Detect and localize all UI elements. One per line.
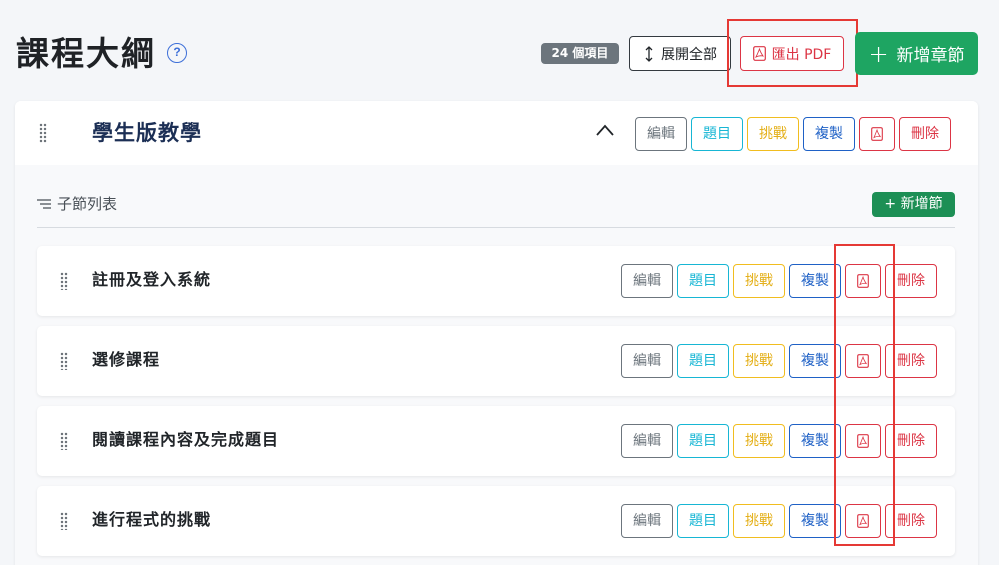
expand-vertical-icon [645,45,653,62]
item-count-badge: 24 個項目 [541,43,619,64]
drag-handle-icon[interactable] [60,512,68,530]
plus-icon: + [868,39,889,68]
page-title: 課程大綱 [16,34,156,73]
divider [37,227,955,228]
chapter-title: 學生版教學 [92,121,202,145]
section-row: 選修課程 編輯 題目 挑戰 複製 刪除 [37,326,955,396]
section-copy-button[interactable]: 複製 [789,344,841,378]
drag-handle-icon[interactable] [60,352,68,370]
add-section-button[interactable]: + 新增節 [872,192,955,217]
section-edit-button[interactable]: 編輯 [621,344,673,378]
export-pdf-button[interactable]: 匯出 PDF [740,36,844,71]
section-copy-button[interactable]: 複製 [789,504,841,538]
question-circle-icon[interactable]: ? [167,43,187,63]
section-title: 選修課程 [92,350,161,369]
course-outline-page: 課程大綱 ? 24 個項目 展開全部 匯出 PDF + 新增章節 學生版教學 編… [0,0,999,565]
section-pdf-button[interactable] [845,264,881,298]
chapter-card: 學生版教學 編輯 題目 挑戰 複製 刪除 子節列表 + 新增節 註冊及登入系統 … [15,101,978,565]
sub-list-heading: 子節列表 [37,193,117,214]
file-pdf-icon [857,274,869,288]
list-icon [37,198,51,209]
chapter-header: 學生版教學 編輯 題目 挑戰 複製 刪除 [15,101,978,165]
section-row: 進行程式的挑戰 編輯 題目 挑戰 複製 刪除 [37,486,955,556]
section-pdf-button[interactable] [845,424,881,458]
chapter-body: 子節列表 + 新增節 註冊及登入系統 編輯 題目 挑戰 複製 刪除 選修課程 編… [15,165,978,565]
section-delete-button[interactable]: 刪除 [885,504,937,538]
section-pdf-button[interactable] [845,344,881,378]
section-quiz-button[interactable]: 題目 [677,424,729,458]
file-pdf-icon [871,127,883,141]
section-edit-button[interactable]: 編輯 [621,424,673,458]
add-chapter-button[interactable]: + 新增章節 [855,32,978,75]
section-row: 閱讀課程內容及完成題目 編輯 題目 挑戰 複製 刪除 [37,406,955,476]
section-quiz-button[interactable]: 題目 [677,504,729,538]
section-title: 註冊及登入系統 [92,270,212,289]
chapter-pdf-button[interactable] [859,117,895,151]
chevron-up-icon[interactable] [595,123,615,137]
chapter-copy-button[interactable]: 複製 [803,117,855,151]
file-pdf-icon [752,46,766,61]
section-title: 進行程式的挑戰 [92,510,212,529]
section-delete-button[interactable]: 刪除 [885,344,937,378]
section-quiz-button[interactable]: 題目 [677,264,729,298]
section-challenge-button[interactable]: 挑戰 [733,344,785,378]
section-edit-button[interactable]: 編輯 [621,504,673,538]
drag-handle-icon[interactable] [60,432,68,450]
chapter-edit-button[interactable]: 編輯 [635,117,687,151]
section-pdf-button[interactable] [845,504,881,538]
add-chapter-label: 新增章節 [896,46,965,66]
section-delete-button[interactable]: 刪除 [885,264,937,298]
section-copy-button[interactable]: 複製 [789,424,841,458]
file-pdf-icon [857,514,869,528]
section-quiz-button[interactable]: 題目 [677,344,729,378]
drag-handle-icon[interactable] [60,272,68,290]
expand-all-label: 展開全部 [661,46,717,63]
file-pdf-icon [857,434,869,448]
section-edit-button[interactable]: 編輯 [621,264,673,298]
section-delete-button[interactable]: 刪除 [885,424,937,458]
section-title: 閱讀課程內容及完成題目 [92,430,280,449]
section-challenge-button[interactable]: 挑戰 [733,264,785,298]
sub-list-label: 子節列表 [57,195,118,213]
chapter-challenge-button[interactable]: 挑戰 [747,117,799,151]
chapter-quiz-button[interactable]: 題目 [691,117,743,151]
section-copy-button[interactable]: 複製 [789,264,841,298]
expand-all-button[interactable]: 展開全部 [629,36,731,71]
file-pdf-icon [857,354,869,368]
section-row: 註冊及登入系統 編輯 題目 挑戰 複製 刪除 [37,246,955,316]
section-challenge-button[interactable]: 挑戰 [733,424,785,458]
drag-handle-icon[interactable] [39,123,47,143]
chapter-delete-button[interactable]: 刪除 [899,117,951,151]
section-challenge-button[interactable]: 挑戰 [733,504,785,538]
export-pdf-label: 匯出 PDF [771,46,832,63]
